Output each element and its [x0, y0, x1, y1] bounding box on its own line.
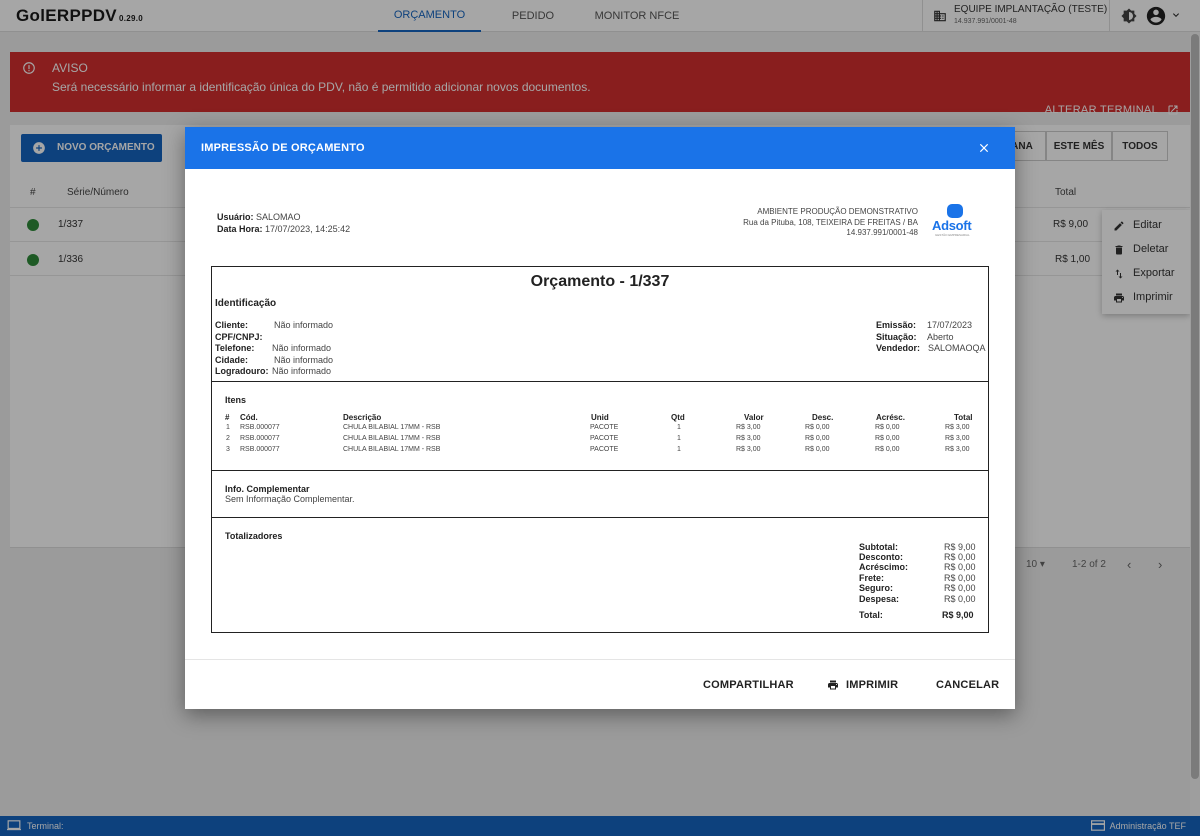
divider [212, 517, 988, 518]
dialog-actions: COMPARTILHAR IMPRIMIR CANCELAR [185, 659, 1015, 709]
printer-icon [828, 680, 838, 690]
grand-total-value: R$ 9,00 [942, 610, 974, 620]
close-icon[interactable] [977, 141, 991, 155]
dialog-header: IMPRESSÃO DE ORÇAMENTO [185, 127, 1015, 169]
seller-value: SALOMAOQA [928, 343, 986, 353]
doc-title: Orçamento - 1/337 [530, 273, 670, 290]
items-heading: Itens [225, 395, 247, 405]
print-button[interactable]: IMPRIMIR [827, 679, 898, 691]
phone-value: Não informado [272, 343, 332, 353]
totals-heading: Totalizadores [225, 531, 283, 541]
doc-datetime: 17/07/2023, 14:25:42 [265, 224, 351, 234]
grand-total-label: Total: [859, 610, 883, 620]
quote-preview: Usuário: SALOMAO Data Hora: 17/07/2023, … [185, 169, 1015, 659]
dialog-title: IMPRESSÃO DE ORÇAMENTO [201, 142, 365, 154]
doc-user: SALOMAO [256, 212, 301, 222]
city-value: Não informado [274, 355, 334, 365]
status-value: Aberto [927, 332, 954, 342]
quote-document: Orçamento - 1/337 Identificação Cliente:… [211, 266, 989, 633]
divider [212, 470, 988, 471]
divider [212, 381, 988, 382]
doc-company-info: AMBIENTE PRODUÇÃO DEMONSTRATIVO Rua da P… [743, 207, 918, 237]
client-value: Não informado [274, 320, 334, 330]
info-text: Sem Informação Complementar. [225, 494, 355, 504]
address-value: Não informado [272, 366, 332, 376]
emission-value: 17/07/2023 [927, 320, 973, 330]
cancel-button[interactable]: CANCELAR [936, 679, 999, 691]
ident-heading: Identificação [215, 298, 277, 309]
doc-user-info: Usuário: SALOMAO Data Hora: 17/07/2023, … [217, 212, 351, 234]
adsoft-logo: Adsoft GESTÃO EMPRESARIAL [931, 204, 977, 238]
print-quote-dialog: IMPRESSÃO DE ORÇAMENTO Usuário: SALOMAO … [185, 127, 1015, 709]
info-heading: Info. Complementar [225, 484, 310, 494]
share-button[interactable]: COMPARTILHAR [703, 679, 794, 691]
